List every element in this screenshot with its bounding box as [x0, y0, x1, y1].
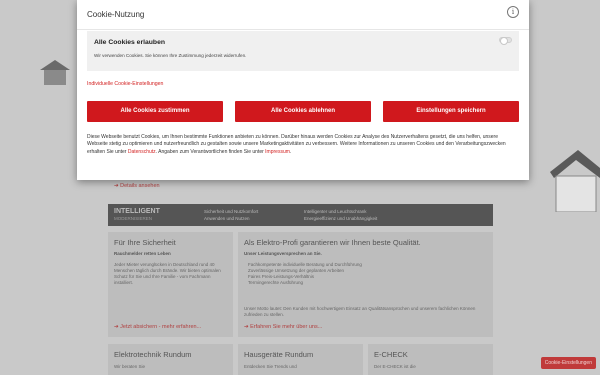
cookie-settings-button[interactable]: Cookie-Einstellungen — [540, 357, 596, 369]
all-cookies-description: Wir verwenden Cookies. Sie können Ihre Z… — [94, 53, 247, 58]
brand-subtitle: MODERNISIEREN — [114, 216, 153, 221]
house-icon — [550, 150, 600, 212]
button-row: Alle Cookies zustimmen Alle Cookies able… — [87, 101, 519, 122]
security-subtitle-text: Rauchmelder retten Leben — [114, 251, 171, 256]
all-cookies-title: Alle Cookies erlauben — [94, 39, 166, 46]
echeck-text: Der E-CHECK ist die — [374, 364, 416, 369]
hausgeraete-box — [238, 344, 363, 375]
all-cookies-toggle[interactable] — [499, 37, 512, 45]
about-link[interactable]: ➔ Erfahren Sie mehr über uns... — [244, 324, 322, 330]
bar-column-1[interactable]: Sicherheit und Nutzkomfort Anwenden und … — [200, 208, 300, 222]
bar-text: Sicherheit und Nutzkomfort — [204, 209, 259, 214]
hausgeraete-text: Entdecken Sie Trends und — [244, 364, 297, 369]
quality-title: Als Elektro-Profi garantieren wir Ihnen … — [244, 238, 421, 247]
quality-subtitle: Unser Leistungsversprechen an Sie. — [244, 251, 322, 257]
intelligent-bar: INTELLIGENT MODERNISIEREN Sicherheit und… — [108, 204, 493, 226]
modal-header: Cookie-Nutzung — [77, 0, 529, 30]
reject-all-button[interactable]: Alle Cookies ablehnen — [235, 101, 371, 122]
bar-column-2[interactable]: Intelligenter und Leuchtschrank Energiee… — [300, 208, 400, 222]
security-link[interactable]: ➔ Jetzt absichern - mehr erfahren... — [114, 324, 201, 330]
bar-text: Anwenden und Nutzen — [204, 216, 250, 221]
bar-text: Intelligenter und Leuchtschrank — [304, 209, 367, 214]
quality-item: Termingerechte Ausführung — [248, 280, 304, 285]
privacy-link[interactable]: Datenschutz — [128, 149, 156, 155]
quality-motto: Unser Motto lautet: Den Kunden mit hochw… — [244, 306, 476, 317]
disclaimer-text: . — [289, 148, 292, 155]
details-link[interactable]: ➔ Details ansehen — [114, 183, 160, 189]
hausgeraete-title: Hausgeräte Rundum — [244, 350, 314, 359]
all-cookies-panel: Alle Cookies erlauben Wir verwenden Cook… — [87, 31, 519, 71]
echeck-title: E-CHECK — [374, 350, 408, 359]
echeck-box — [368, 344, 493, 375]
brand-title: INTELLIGENT — [114, 208, 160, 215]
elektrotechnik-text: Wir beraten Sie — [114, 364, 146, 369]
imprint-link[interactable]: Impressum — [265, 149, 290, 155]
elektrotechnik-title: Elektrotechnik Rundum — [114, 350, 192, 359]
elektrotechnik-box — [108, 344, 233, 375]
quality-subtitle-text: Unser Leistungsversprechen an Sie. — [244, 251, 322, 256]
intelligent-brand: INTELLIGENT MODERNISIEREN — [108, 208, 200, 222]
accept-all-button[interactable]: Alle Cookies zustimmen — [87, 101, 223, 122]
security-text: Jeder Mieter verunglücken in Deutschland… — [114, 262, 221, 285]
save-settings-button[interactable]: Einstellungen speichern — [383, 101, 519, 122]
modal-title: Cookie-Nutzung — [87, 10, 145, 19]
house-icon — [40, 60, 70, 85]
security-title: Für Ihre Sicherheit — [114, 238, 176, 247]
disclaimer-text: . Angaben zum Verantwortlichen finden Si… — [155, 148, 266, 155]
info-icon[interactable]: i — [507, 6, 519, 18]
security-subtitle: Rauchmelder retten Leben — [114, 251, 226, 257]
cookie-disclaimer: Diese Webseite benutzt Cookies, um Ihnen… — [87, 134, 519, 156]
individual-settings-link[interactable]: Individuelle Cookie-Einstellungen — [87, 81, 163, 87]
bar-text: Energieeffizienz und Unabhängigkeit — [304, 216, 378, 221]
cookie-modal: Cookie-Nutzung i Alle Cookies erlauben W… — [77, 0, 529, 180]
